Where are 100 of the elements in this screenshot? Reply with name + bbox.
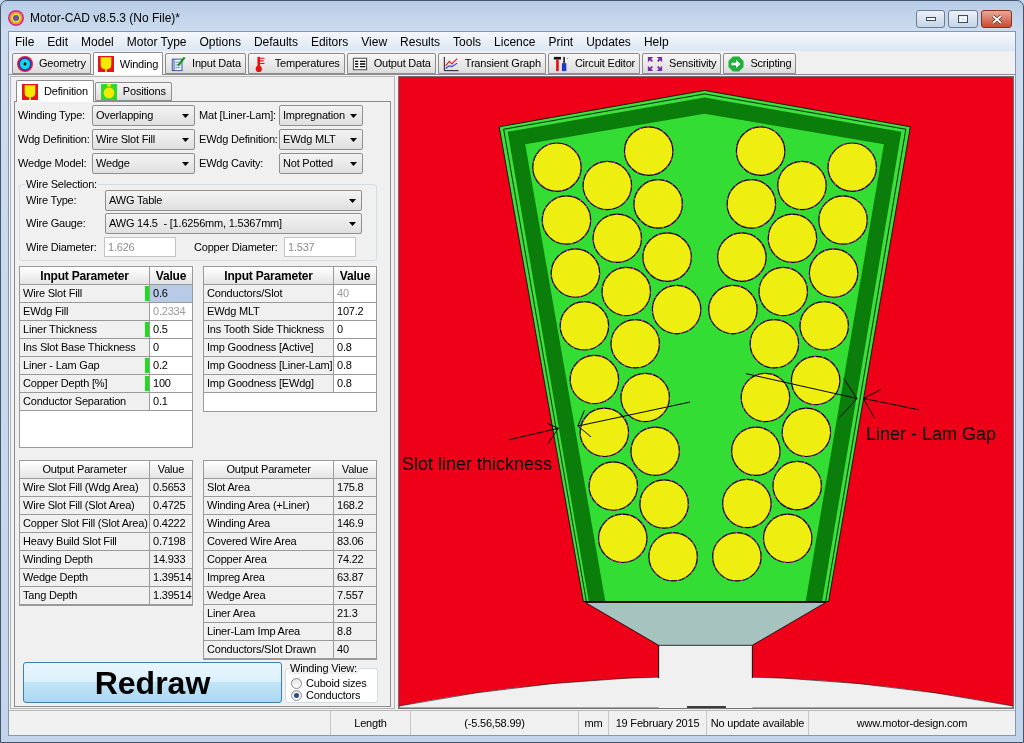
menu-item[interactable]: View: [361, 35, 388, 48]
caret-icon: [182, 161, 189, 166]
radio-button[interactable]: [291, 677, 302, 689]
tab[interactable]: Circuit Editor: [547, 53, 641, 74]
table-cell: 83.06: [334, 533, 376, 551]
column-header: Value: [150, 267, 192, 285]
expand-arrows-icon: [647, 55, 664, 72]
menu-item[interactable]: Model: [81, 35, 114, 48]
table-cell: 7.557: [334, 587, 376, 605]
field-label: Winding Type:: [18, 108, 86, 124]
tab[interactable]: Input Data: [165, 53, 246, 74]
table-cell: 1.39514: [150, 569, 192, 587]
field-label: EWdg Definition:: [199, 132, 279, 148]
radio-button[interactable]: [291, 689, 302, 701]
table-cell: Tang Depth: [20, 587, 150, 605]
table-cell: 1.39514: [150, 587, 192, 605]
menu-item[interactable]: Edit: [47, 35, 69, 48]
table-cell: Ins Slot Base Thickness: [20, 339, 150, 357]
annotation-label: Liner - Lam Gap: [866, 425, 997, 443]
table-cell: 175.8: [334, 479, 376, 497]
column-header: Output Parameter: [20, 461, 150, 479]
menu-item[interactable]: Help: [643, 35, 669, 48]
tab[interactable]: Definition: [16, 80, 94, 102]
table-cell: Ins Tooth Side Thickness: [204, 321, 334, 339]
table-cell: 40: [334, 641, 376, 659]
close-icon: [991, 14, 1002, 24]
field-label: Wdg Definition:: [18, 132, 91, 148]
menu-item[interactable]: Editors: [310, 35, 349, 48]
column-header: Input Parameter: [20, 267, 150, 285]
dropdown[interactable]: EWdg MLT: [279, 129, 363, 150]
minimize-button[interactable]: [916, 10, 945, 28]
table-cell: Imp Goodness [EWdg]: [204, 375, 334, 393]
menu-item[interactable]: Licence: [494, 35, 536, 48]
caret-icon: [182, 137, 189, 142]
table-cell: Imp Goodness [Liner-Lam]: [204, 357, 334, 375]
caret-icon: [182, 113, 189, 118]
menu-item[interactable]: Options: [199, 35, 241, 48]
menu-item[interactable]: Tools: [453, 35, 482, 48]
window-title: Motor-CAD v8.5.3 (No File)*: [30, 9, 181, 27]
table-cell: Winding Area (+Liner): [204, 497, 334, 515]
status-text: mm: [578, 711, 608, 735]
dropdown[interactable]: Wedge: [92, 153, 195, 174]
table-cell: Conductors/Slot Drawn: [204, 641, 334, 659]
table-cell: Conductor Separation: [20, 393, 150, 411]
status-text: Length: [330, 711, 410, 735]
table-cell: Copper Area: [204, 551, 334, 569]
table-cell: 0.7198: [150, 533, 192, 551]
table-cell: Liner-Lam Imp Area: [204, 623, 334, 641]
concentric-circles-icon: [17, 55, 33, 72]
table-cell: EWdg MLT: [204, 303, 334, 321]
maximize-button[interactable]: [948, 10, 978, 28]
field-label: Copper Diameter:: [194, 239, 279, 255]
menu-item[interactable]: Defaults: [253, 35, 298, 48]
caret-icon: [350, 113, 357, 118]
group-title: Winding View:: [289, 663, 358, 674]
tab[interactable]: Geometry: [12, 53, 91, 74]
menu-item[interactable]: Updates: [586, 35, 631, 48]
caret-icon: [349, 198, 356, 203]
menu-item[interactable]: Motor Type: [126, 35, 187, 48]
field-label: Wire Type:: [26, 193, 78, 209]
dropdown[interactable]: AWG Table: [105, 190, 362, 211]
menu-item[interactable]: File: [15, 35, 35, 48]
menu-item[interactable]: Results: [400, 35, 441, 48]
table-cell: 0.4222: [150, 515, 192, 533]
dropdown[interactable]: Wire Slot Fill: [92, 129, 195, 150]
table-cell[interactable]: 0.6: [150, 285, 192, 303]
table-cell: Conductors/Slot: [204, 285, 334, 303]
app-logo-icon: [8, 9, 24, 26]
table-cell: 0.4725: [150, 497, 192, 515]
field-label: Wire Diameter:: [26, 239, 98, 255]
field-label: Wire Gauge:: [26, 216, 87, 232]
table-cell: EWdg Fill: [20, 303, 150, 321]
radio-label[interactable]: Conductors: [306, 689, 361, 701]
radio-label[interactable]: Cuboid sizes: [306, 677, 367, 689]
caret-icon: [350, 137, 357, 142]
dropdown[interactable]: AWG 14.5 - [1.6256mm, 1.5367mm]: [105, 213, 362, 234]
tab[interactable]: Scripting: [723, 53, 797, 74]
tab[interactable]: Temperatures: [247, 53, 345, 74]
table-cell: 21.3: [334, 605, 376, 623]
dropdown[interactable]: Impregnation: [279, 105, 363, 126]
table-cell: Impreg Area: [204, 569, 334, 587]
status-text: No update available: [706, 711, 808, 735]
redraw-button[interactable]: Redraw: [23, 662, 282, 703]
tab[interactable]: Sensitivity: [642, 53, 722, 74]
tab[interactable]: Transient Graph: [437, 53, 546, 74]
close-button[interactable]: [981, 10, 1012, 28]
field-label: Wedge Model:: [18, 156, 88, 172]
tab[interactable]: Output Data: [346, 53, 436, 74]
table-cell: 14.933: [150, 551, 192, 569]
table-cell: Wire Slot Fill (Wdg Area): [20, 479, 150, 497]
table-cell: Copper Slot Fill (Slot Area): [20, 515, 150, 533]
menu-item[interactable]: Print: [548, 35, 574, 48]
tab[interactable]: Positions: [94, 82, 172, 101]
dropdown[interactable]: Overlapping: [92, 105, 195, 126]
slot-shape-icon: [97, 56, 114, 72]
table-cell: Liner - Lam Gap: [20, 357, 150, 375]
arrow-octagon-icon: [728, 55, 745, 72]
table-cell: Winding Depth: [20, 551, 150, 569]
dropdown[interactable]: Not Potted: [279, 153, 363, 174]
tab[interactable]: Winding: [92, 52, 164, 75]
